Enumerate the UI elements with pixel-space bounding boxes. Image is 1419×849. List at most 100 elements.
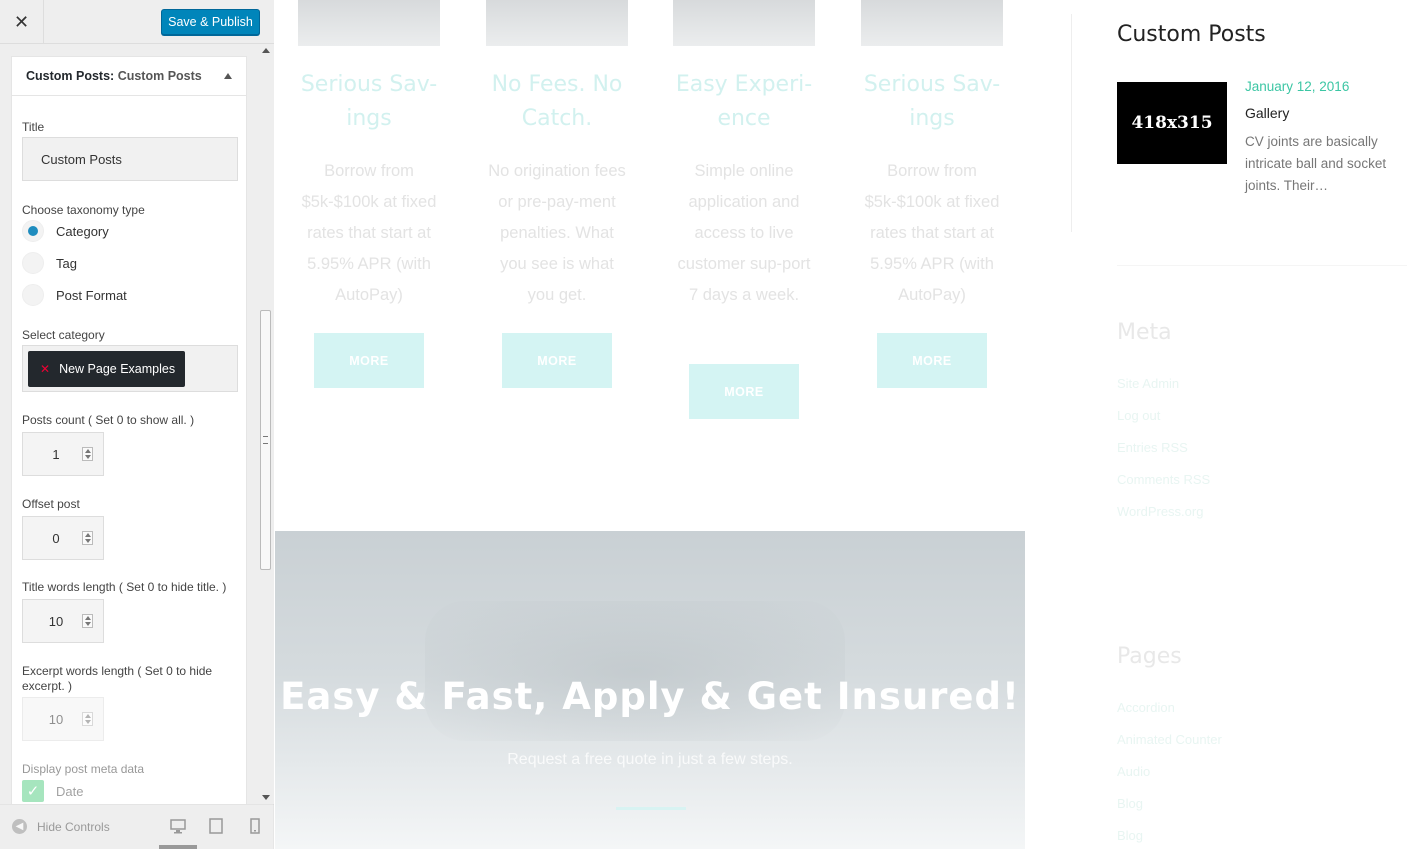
- page-link[interactable]: Blog: [1117, 796, 1143, 811]
- title-input[interactable]: Custom Posts: [22, 137, 238, 181]
- hide-controls-button[interactable]: ◀ Hide Controls: [12, 819, 110, 834]
- more-button[interactable]: MORE: [877, 333, 987, 388]
- number-spinner-icon[interactable]: [82, 531, 93, 545]
- excerpt-words-label: Excerpt words length ( Set 0 to hide exc…: [22, 664, 213, 693]
- widget-header[interactable]: Custom Posts: Custom Posts: [12, 57, 246, 96]
- offset-input[interactable]: 0: [22, 516, 104, 560]
- widget-title: Custom Posts: Custom Posts: [26, 69, 202, 83]
- feature-image: [673, 0, 815, 46]
- meta-link[interactable]: Comments RSS: [1117, 472, 1210, 487]
- customizer-sidebar: ✕ Save & Publish Custom Posts: Custom Po…: [0, 0, 274, 849]
- customizer-controls: Custom Posts: Custom Posts Title Custom …: [0, 44, 274, 804]
- banner-subheading: Request a free quote in just a few steps…: [507, 751, 793, 768]
- feature-text: No origination fees or pre-pay-ment pena…: [488, 162, 626, 304]
- widget-name-label: Custom Posts: [117, 69, 202, 83]
- feature-card: Serious Sav-ings Borrow from $5k-$100k a…: [861, 0, 1003, 311]
- banner-heading: Easy & Fast, Apply & Get Insured!: [280, 675, 1020, 718]
- radio-label-post-format: Post Format: [56, 287, 127, 303]
- feature-title: Serious Sav-ings: [300, 72, 438, 131]
- page-link[interactable]: Accordion: [1117, 700, 1175, 715]
- grip-icon: [263, 436, 268, 444]
- taxonomy-option-post-format[interactable]: Post Format: [22, 284, 127, 306]
- date-checkbox-label: Date: [56, 783, 84, 799]
- feature-text: Borrow from $5k-$100k at fixed rates tha…: [864, 162, 1000, 304]
- radio-post-format[interactable]: [22, 284, 44, 306]
- posts-count-value: 1: [52, 446, 60, 462]
- mobile-preview-icon[interactable]: [247, 818, 263, 834]
- posts-count-input[interactable]: 1: [22, 432, 104, 476]
- desktop-preview-icon[interactable]: [170, 818, 186, 834]
- save-publish-button[interactable]: Save & Publish: [161, 9, 260, 35]
- pages-widget-title: Pages: [1117, 644, 1182, 669]
- hide-controls-label: Hide Controls: [37, 819, 110, 834]
- cta-banner: Easy & Fast, Apply & Get Insured! Reques…: [275, 531, 1025, 849]
- more-button[interactable]: MORE: [689, 364, 799, 419]
- radio-category[interactable]: [22, 220, 44, 242]
- offset-value: 0: [52, 530, 60, 546]
- widget-panel: Custom Posts: Custom Posts Title Custom …: [11, 56, 247, 804]
- excerpt-words-input[interactable]: 10: [22, 697, 104, 741]
- feature-card: Easy Experi-ence Simple online applicati…: [673, 0, 815, 311]
- controls-scrollbar[interactable]: [258, 44, 274, 804]
- meta-data-label: Display post meta data: [22, 762, 145, 776]
- feature-image: [861, 0, 1003, 46]
- feature-title: Serious Sav-ings: [863, 72, 1001, 131]
- feature-text: Borrow from $5k-$100k at fixed rates tha…: [301, 162, 437, 304]
- post-title[interactable]: Gallery: [1245, 105, 1289, 121]
- meta-date-option[interactable]: ✓ Date: [22, 780, 83, 802]
- number-spinner-icon[interactable]: [82, 447, 93, 461]
- scroll-down-icon[interactable]: [262, 795, 270, 800]
- page-link[interactable]: Animated Counter: [1117, 732, 1222, 747]
- feature-text: Simple online application and access to …: [677, 162, 811, 304]
- customizer-header: ✕ Save & Publish: [0, 0, 274, 44]
- active-device-indicator: [159, 845, 197, 849]
- more-button[interactable]: MORE: [314, 333, 424, 388]
- close-customizer-button[interactable]: ✕: [0, 0, 44, 44]
- radio-label-tag: Tag: [56, 255, 77, 271]
- post-thumbnail[interactable]: 418x315: [1117, 82, 1227, 164]
- meta-link[interactable]: Site Admin: [1117, 376, 1179, 391]
- site-preview: Serious Sav-ings Borrow from $5k-$100k a…: [275, 0, 1419, 849]
- title-words-input[interactable]: 10: [22, 599, 104, 643]
- banner-background-image: [425, 601, 845, 741]
- title-words-label: Title words length ( Set 0 to hide title…: [22, 580, 227, 594]
- offset-label: Offset post: [22, 497, 80, 511]
- taxonomy-option-category[interactable]: Category: [22, 220, 109, 242]
- widget-type-label: Custom Posts:: [26, 69, 115, 83]
- sidebar-divider: [1071, 14, 1072, 232]
- custom-posts-widget-title: Custom Posts: [1117, 22, 1266, 47]
- close-icon: ✕: [13, 11, 30, 32]
- excerpt-words-value: 10: [48, 711, 64, 727]
- date-checkbox[interactable]: ✓: [22, 780, 44, 802]
- meta-link[interactable]: WordPress.org: [1117, 504, 1203, 519]
- title-words-value: 10: [48, 613, 64, 629]
- meta-link[interactable]: Log out: [1117, 408, 1160, 423]
- feature-image: [486, 0, 628, 46]
- scroll-up-icon[interactable]: [262, 48, 270, 53]
- meta-link[interactable]: Entries RSS: [1117, 440, 1188, 455]
- selected-category-chip: ✕ New Page Examples: [28, 351, 186, 387]
- feature-card: Serious Sav-ings Borrow from $5k-$100k a…: [298, 0, 440, 311]
- page-link[interactable]: Blog: [1117, 828, 1143, 843]
- feature-title: Easy Experi-ence: [675, 72, 813, 131]
- widget-separator: [1117, 265, 1407, 266]
- taxonomy-label: Choose taxonomy type: [22, 203, 145, 217]
- collapse-icon: ◀: [12, 819, 27, 834]
- page-link[interactable]: Audio: [1117, 764, 1150, 779]
- banner-divider: [616, 807, 686, 810]
- remove-tag-icon[interactable]: ✕: [40, 362, 50, 376]
- tablet-preview-icon[interactable]: [208, 818, 224, 834]
- post-date[interactable]: January 12, 2016: [1245, 79, 1349, 94]
- taxonomy-option-tag[interactable]: Tag: [22, 252, 77, 274]
- posts-count-label: Posts count ( Set 0 to show all. ): [22, 413, 195, 427]
- radio-tag[interactable]: [22, 252, 44, 274]
- number-spinner-icon[interactable]: [82, 712, 93, 726]
- collapse-arrow-icon[interactable]: [224, 73, 232, 79]
- more-button[interactable]: MORE: [502, 333, 612, 388]
- number-spinner-icon[interactable]: [82, 614, 93, 628]
- post-excerpt: CV joints are basically intricate ball a…: [1245, 134, 1387, 193]
- title-label: Title: [22, 120, 45, 134]
- category-label: Select category: [22, 328, 105, 342]
- category-select[interactable]: ✕ New Page Examples: [22, 345, 238, 392]
- scrollbar-thumb[interactable]: [260, 310, 271, 570]
